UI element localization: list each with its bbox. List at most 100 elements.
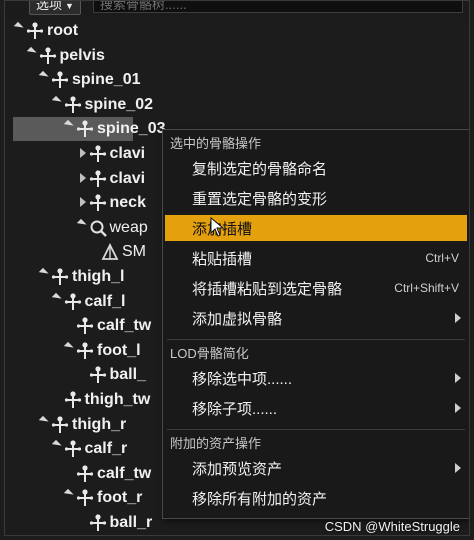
cursor-icon (210, 217, 225, 237)
bone-icon (88, 144, 108, 164)
menu-item[interactable]: 复制选定的骨骼命名 (165, 155, 467, 181)
tree-row-label: clavi (109, 145, 146, 162)
tree-row-label: pelvis (59, 46, 105, 64)
bone-icon (75, 464, 95, 484)
tree-row[interactable]: root (5, 19, 469, 43)
tree-row[interactable]: spine_02 (5, 93, 469, 117)
tree-row[interactable]: pelvis (5, 44, 469, 68)
context-menu: 选中的骨骼操作复制选定的骨骼命名 重置选定骨骼的变形添加插槽粘贴插槽 Ctrl+V 将… (162, 129, 469, 519)
mesh-icon (100, 242, 120, 262)
expand-arrow-icon[interactable] (76, 218, 87, 229)
tree-row-label: root (47, 22, 79, 39)
bone-icon (75, 316, 95, 336)
expand-arrow-icon[interactable] (38, 267, 49, 278)
menu-item[interactable]: 移除所有附加的资产 (165, 485, 467, 511)
menu-section-header: 选中的骨骼操作 (170, 136, 262, 151)
bone-icon (38, 46, 58, 66)
toolbar: 选项 ▼ (5, 1, 469, 19)
tree-row-label: calf_tw (97, 317, 152, 335)
tree-row-label: foot_l (97, 341, 141, 359)
bone-icon (63, 390, 83, 410)
tree-row-label: ball_ (109, 366, 146, 384)
menu-item-label: 添加虚拟骨骼 (192, 311, 283, 328)
menu-item[interactable]: 重置选定骨骼的变形 (165, 185, 467, 211)
bone-icon (88, 193, 108, 213)
menu-item[interactable]: 添加预览资产 (165, 455, 467, 481)
options-button[interactable]: 选项 ▼ (29, 0, 81, 15)
expand-arrow-icon[interactable] (63, 341, 74, 352)
tree-row-label: thigh_r (72, 415, 127, 433)
tree-row-label: clavi (109, 169, 146, 187)
expand-arrow-icon[interactable] (51, 292, 62, 303)
bone-icon (50, 267, 70, 287)
expand-arrow-icon[interactable] (26, 46, 37, 57)
bone-icon (50, 70, 70, 90)
menu-item-label: 粘贴插槽 (192, 251, 253, 268)
socket-icon (88, 218, 108, 238)
tree-row-label: foot_r (97, 489, 143, 507)
menu-separator (167, 339, 465, 340)
menu-item[interactable]: 将插槽粘贴到选定骨骼 Ctrl+Shift+V (165, 275, 467, 301)
menu-separator (167, 429, 465, 430)
submenu-arrow-icon (455, 463, 461, 473)
tree-row-selected[interactable]: spine_03 (13, 117, 165, 142)
menu-item[interactable]: 添加虚拟骨骼 (165, 305, 467, 331)
tree-row-label: calf_r (84, 440, 128, 458)
tree-row-label: ball_r (109, 514, 153, 531)
collapse-arrow-icon[interactable] (79, 148, 86, 158)
menu-item-shortcut: Ctrl+V (425, 251, 459, 265)
bone-icon (75, 119, 95, 139)
tree-row-label: neck (109, 194, 146, 212)
tree-row-label: spine_01 (72, 71, 141, 89)
options-label: 选项 (36, 0, 63, 12)
bone-icon (88, 365, 108, 385)
submenu-arrow-icon (455, 373, 461, 383)
chevron-down-icon: ▼ (65, 1, 74, 11)
bone-icon (63, 95, 83, 115)
expand-arrow-icon[interactable] (51, 95, 62, 106)
collapse-arrow-icon[interactable] (79, 197, 86, 208)
menu-section-header: LOD骨骼简化 (170, 346, 249, 361)
expand-arrow-icon[interactable] (63, 489, 74, 500)
tree-row-label: thigh_l (72, 268, 125, 285)
bone-icon (63, 439, 83, 459)
tree-row-label: spine_02 (84, 95, 153, 113)
expand-arrow-icon[interactable] (13, 21, 24, 32)
bone-icon (50, 415, 70, 435)
tree-row-label: calf_l (84, 292, 126, 310)
menu-item[interactable]: 移除选中项...... (165, 365, 467, 391)
expand-arrow-icon[interactable] (63, 120, 74, 131)
tree-row-label: spine_03 (97, 120, 166, 138)
bone-icon (63, 292, 83, 312)
menu-item[interactable]: 移除子项...... (165, 395, 467, 421)
menu-item-label: 复制选定的骨骼命名 (192, 161, 328, 178)
menu-item[interactable]: 粘贴插槽 Ctrl+V (165, 245, 467, 271)
bone-icon (75, 488, 95, 508)
menu-item-label: 将插槽粘贴到选定骨骼 (192, 281, 343, 298)
submenu-arrow-icon (455, 403, 461, 413)
submenu-arrow-icon (455, 313, 461, 323)
tree-row-label: calf_tw (97, 464, 152, 482)
menu-item-label: 移除所有附加的资产 (192, 491, 328, 508)
tree-row-label: SM (122, 243, 146, 261)
watermark: CSDN @WhiteStruggle (324, 519, 460, 534)
bone-icon (88, 513, 108, 533)
tree-row-label: thigh_tw (84, 391, 151, 408)
menu-item[interactable]: 添加插槽 (165, 215, 467, 241)
bone-icon (75, 341, 95, 361)
search-input[interactable] (93, 1, 463, 13)
bone-icon (25, 21, 45, 41)
tree-row-label: weap (109, 218, 148, 236)
skeleton-tree-panel: 选项▼ root pelvis spine_01 spine_02 spine_03cl… (4, 0, 470, 536)
expand-arrow-icon[interactable] (38, 415, 49, 426)
bone-icon (88, 169, 108, 189)
tree-row[interactable]: spine_01 (5, 68, 469, 92)
expand-arrow-icon[interactable] (51, 440, 62, 451)
collapse-arrow-icon[interactable] (79, 172, 86, 183)
expand-arrow-icon[interactable] (38, 71, 49, 82)
menu-item-label: 移除选中项...... (192, 371, 293, 388)
menu-section-header: 附加的资产操作 (170, 436, 262, 451)
menu-item-shortcut: Ctrl+Shift+V (394, 281, 459, 295)
menu-item-label: 移除子项...... (192, 401, 278, 418)
menu-item-label: 重置选定骨骼的变形 (192, 191, 328, 208)
